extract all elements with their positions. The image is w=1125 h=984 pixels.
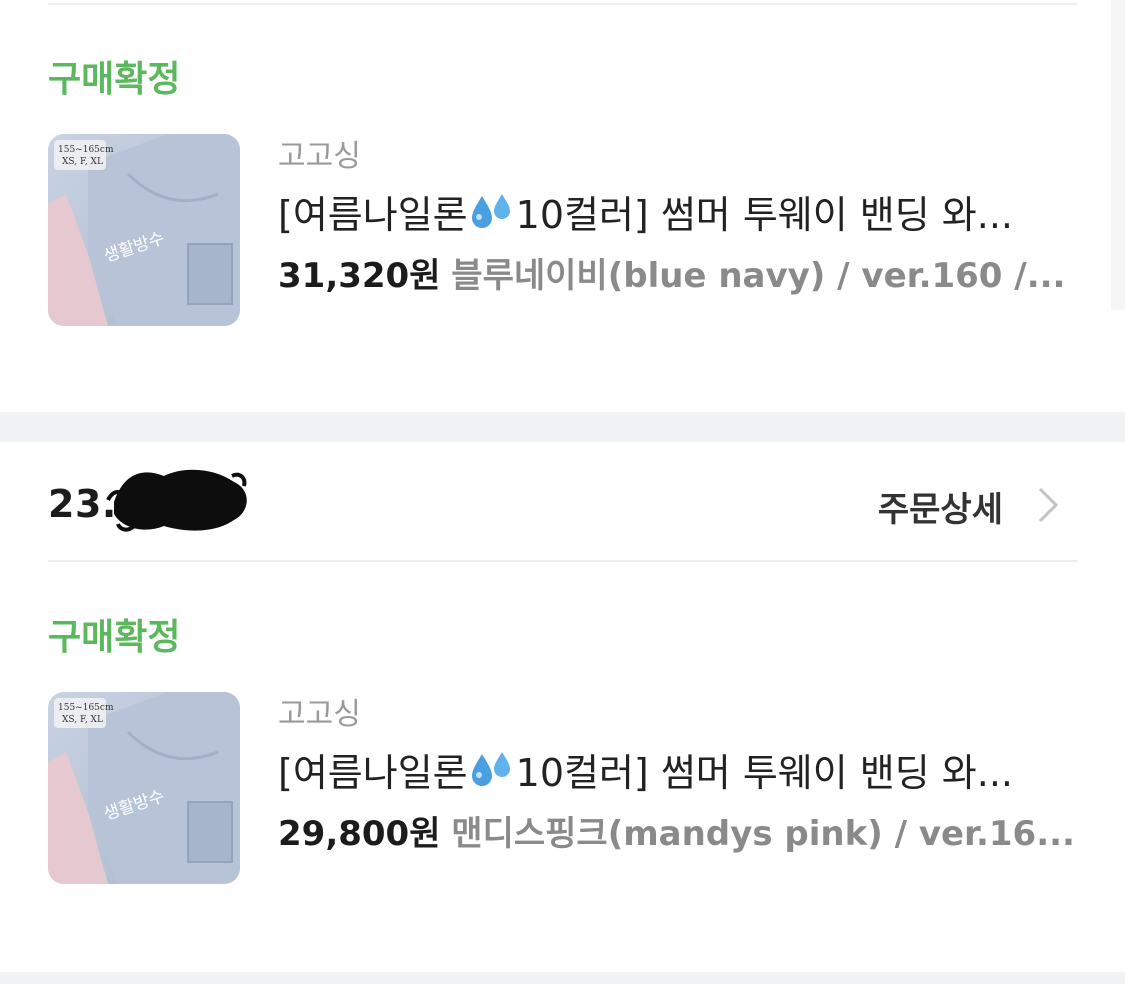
price-line: 29,800원 맨디스핑크(mandys pink) / ver.16...	[278, 810, 1088, 858]
product-info[interactable]: 고고싱 [여름나일론 10컬러] 썸머 투웨이 밴딩 와... 31,320원 블…	[278, 136, 1088, 300]
order-status: 구매확정	[48, 59, 181, 100]
svg-text:XS, F, XL: XS, F, XL	[62, 715, 103, 725]
svg-text:XS, F, XL: XS, F, XL	[62, 157, 103, 167]
seller-name: 고고싱	[278, 139, 361, 174]
price: 29,800원	[278, 814, 441, 854]
chevron-right-icon[interactable]	[1037, 486, 1059, 524]
section-gap	[0, 412, 1125, 442]
product-info[interactable]: 고고싱 [여름나일론 10컬러] 썸머 투웨이 밴딩 와... 29,800원 맨…	[278, 694, 1088, 858]
option-text: 블루네이비(blue navy) / ver.160 /...	[451, 256, 1066, 296]
option-text: 맨디스핑크(mandys pink) / ver.16...	[451, 814, 1075, 854]
product-title: [여름나일론 10컬러] 썸머 투웨이 밴딩 와...	[278, 188, 1088, 242]
seller-name: 고고싱	[278, 697, 361, 732]
product-thumbnail[interactable]: 155~165cm XS, F, XL 생활방수	[48, 134, 240, 326]
section-gap	[0, 972, 1125, 984]
product-thumbnail[interactable]: 155~165cm XS, F, XL 생활방수	[48, 692, 240, 884]
size-tag-text: 155~165cm	[58, 703, 114, 713]
price-line: 31,320원 블루네이비(blue navy) / ver.160 /...	[278, 252, 1088, 300]
order-status: 구매확정	[48, 617, 181, 658]
product-title: [여름나일론 10컬러] 썸머 투웨이 밴딩 와...	[278, 746, 1088, 800]
sweat-droplets-icon	[470, 748, 514, 792]
size-tag-text: 155~165cm	[58, 145, 114, 155]
top-divider	[48, 3, 1077, 5]
sweat-droplets-icon	[470, 190, 514, 234]
order-detail-label: 주문상세	[877, 490, 1003, 530]
redaction-scribble	[106, 469, 247, 532]
price: 31,320원	[278, 256, 441, 296]
order-detail-link[interactable]: 주문상세	[878, 482, 1057, 531]
edge-strip	[1111, 0, 1125, 310]
header-divider	[48, 560, 1077, 562]
